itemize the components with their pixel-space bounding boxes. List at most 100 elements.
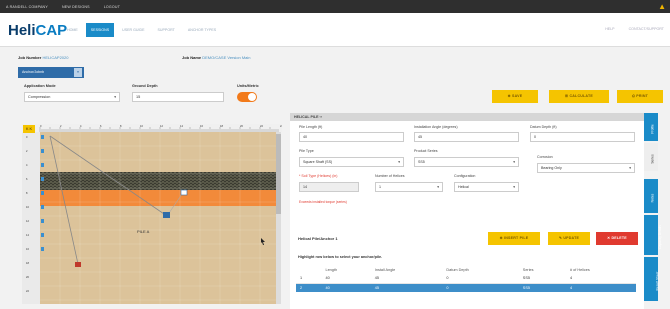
cell: 0 xyxy=(442,274,519,284)
ground-depth-input[interactable]: 15 xyxy=(132,92,224,102)
gravel-layer xyxy=(40,172,278,190)
application-mode-label: Application Mode xyxy=(24,84,56,88)
application-mode-value: Compression xyxy=(28,95,51,99)
datum-depth-label: Datum Depth (ft) xyxy=(530,125,557,129)
calculate-button[interactable]: ⊞ CALCULATE xyxy=(549,90,609,103)
job-name: Job Name DEMO/CASE Version Main xyxy=(182,55,251,60)
main-navbar: HeliCAP HOME SESSIONS USER GUIDE SUPPORT… xyxy=(0,13,670,47)
install-angle-input[interactable]: 45 xyxy=(414,132,519,142)
table-row-selected[interactable]: 2 40 45 0 SS5 4 xyxy=(296,283,636,292)
topbar-new-designs[interactable]: NEW DESIGNS xyxy=(62,5,90,9)
datum-depth-input[interactable]: 0 xyxy=(530,132,635,142)
datum-depth-value: 0 xyxy=(534,135,536,139)
nav-help[interactable]: HELP xyxy=(605,27,614,31)
num-helices-label: Number of Helices xyxy=(375,174,405,178)
corrosion-select[interactable]: Bearing Only ▾ xyxy=(537,163,635,173)
col-length[interactable]: Length xyxy=(321,265,371,274)
cell: 45 xyxy=(370,274,443,284)
application-mode-select[interactable]: Compression ▾ xyxy=(24,92,120,102)
col-series[interactable]: Series xyxy=(518,265,566,274)
warning-icon[interactable]: ▲ xyxy=(658,2,666,11)
top-bar: A RANDELL COMPANY NEW DESIGNS LOGOUT xyxy=(0,0,670,13)
depth-marker[interactable] xyxy=(41,233,44,237)
tab-capacity-label: Capacity Details xyxy=(657,225,662,249)
col-index xyxy=(296,265,322,274)
units-label: Units/Metric xyxy=(237,84,259,88)
col-datum-depth[interactable]: Datum Depth xyxy=(442,265,519,274)
tab-notes[interactable]: Notes xyxy=(644,179,658,213)
cell: 45 xyxy=(370,283,443,292)
chevron-down-icon: ▾ xyxy=(513,185,515,189)
table-row[interactable]: 1 40 45 0 SS5 4 xyxy=(296,274,636,284)
depth-marker[interactable] xyxy=(41,135,44,139)
canvas-scrollbar[interactable] xyxy=(276,132,281,304)
configuration-select[interactable]: Helical ▾ xyxy=(454,182,519,192)
pile-type-select[interactable]: Square Shaft (SS) ▾ xyxy=(299,157,404,167)
job-name-value: DEMO/CASE Version Main xyxy=(202,55,251,60)
nav-contact[interactable]: CONTACT/SUPPORT xyxy=(629,27,664,31)
tab-profile[interactable]: Profile xyxy=(644,113,658,141)
delete-button[interactable]: ✕ DELETE xyxy=(596,232,638,245)
helix-marker-blue[interactable] xyxy=(163,212,170,218)
job-name-label: Job Name xyxy=(182,55,202,60)
pile-series-select[interactable]: SS5 ▾ xyxy=(414,157,519,167)
topbar-company[interactable]: A RANDELL COMPANY xyxy=(6,5,48,9)
cell: SS5 xyxy=(518,274,566,284)
update-button[interactable]: ✎ UPDATE xyxy=(548,232,590,245)
print-button[interactable]: ⎙ PRINT xyxy=(617,90,663,103)
pile-length-label: Pile Length (ft) xyxy=(299,125,323,129)
logo-text-heli: Heli xyxy=(8,22,36,39)
configuration-value: Helical xyxy=(458,185,469,189)
ground-depth-label: Ground Depth xyxy=(132,84,158,88)
topbar-logout[interactable]: LOGOUT xyxy=(104,5,120,9)
soil-ratio-label: * Soil Type (Helices) (in) xyxy=(299,174,338,178)
depth-marker[interactable] xyxy=(41,191,44,195)
pile-drawing-canvas[interactable]: 024681012141618202224 PILE A 02468101214… xyxy=(22,124,282,304)
col-install-angle[interactable]: Install Angle xyxy=(370,265,443,274)
num-helices-select[interactable]: 1 ▾ xyxy=(375,182,443,192)
collapse-button[interactable]: K K xyxy=(23,125,35,133)
nav-support[interactable]: SUPPORT xyxy=(153,23,180,37)
depth-marker[interactable] xyxy=(41,163,44,167)
helix-marker-outline[interactable] xyxy=(180,189,188,196)
scrollbar-thumb[interactable] xyxy=(276,134,281,214)
job-number-label: Job Number xyxy=(18,55,42,60)
soil-layer-1 xyxy=(40,132,278,172)
job-number-value: HELICAP2020 xyxy=(42,55,69,60)
helicap-logo[interactable]: HeliCAP xyxy=(8,22,67,39)
pile-series-label: Product Series xyxy=(414,149,438,153)
ground-depth-value: 15 xyxy=(136,95,141,99)
depth-marker[interactable] xyxy=(41,247,44,251)
depth-marker[interactable] xyxy=(41,205,44,209)
pile-length-input[interactable]: 40 xyxy=(299,132,404,142)
insert-pile-button[interactable]: ⊕ INSERT PILE xyxy=(488,232,540,245)
corrosion-label: Corrosion xyxy=(537,155,553,159)
cell: 40 xyxy=(321,274,371,284)
depth-marker[interactable] xyxy=(41,177,44,181)
tab-result-label: Result Sheet xyxy=(655,271,660,291)
cell: 4 xyxy=(565,283,636,292)
anchor-selector-button[interactable]: Anchor/Jobnb ▾ xyxy=(18,67,84,78)
nav-right: HELP CONTACT/SUPPORT xyxy=(605,27,664,31)
nav-user-guide[interactable]: USER GUIDE xyxy=(117,23,149,37)
depth-marker[interactable] xyxy=(41,219,44,223)
tab-series[interactable]: Series xyxy=(644,143,658,171)
units-toggle[interactable] xyxy=(237,92,257,102)
nav-sessions[interactable]: SESSIONS xyxy=(85,23,115,37)
tab-result-sheet[interactable]: Result Sheet xyxy=(644,257,660,301)
chevron-down-icon[interactable]: ▾ xyxy=(74,68,82,77)
nav-anchor-types[interactable]: ANCHOR TYPES xyxy=(183,23,221,37)
nav-home[interactable]: HOME xyxy=(62,23,83,37)
tab-capacity-details[interactable]: Capacity Details xyxy=(644,215,662,255)
depth-marker[interactable] xyxy=(41,149,44,153)
pile-table: Length Install Angle Datum Depth Series … xyxy=(296,265,636,292)
chevron-down-icon: ▾ xyxy=(398,160,400,164)
panel-header: HELICAL PILE ‹› xyxy=(290,113,644,121)
save-button[interactable]: ⊕ SAVE xyxy=(492,90,538,103)
col-num-helices[interactable]: # of Helices xyxy=(565,265,636,274)
soil-ratio-input[interactable]: 14 xyxy=(299,182,359,192)
corrosion-value: Bearing Only xyxy=(541,166,562,170)
cell: SS5 xyxy=(518,283,566,292)
helix-marker-red[interactable] xyxy=(75,262,81,267)
pile-type-label: Pile Type xyxy=(299,149,314,153)
